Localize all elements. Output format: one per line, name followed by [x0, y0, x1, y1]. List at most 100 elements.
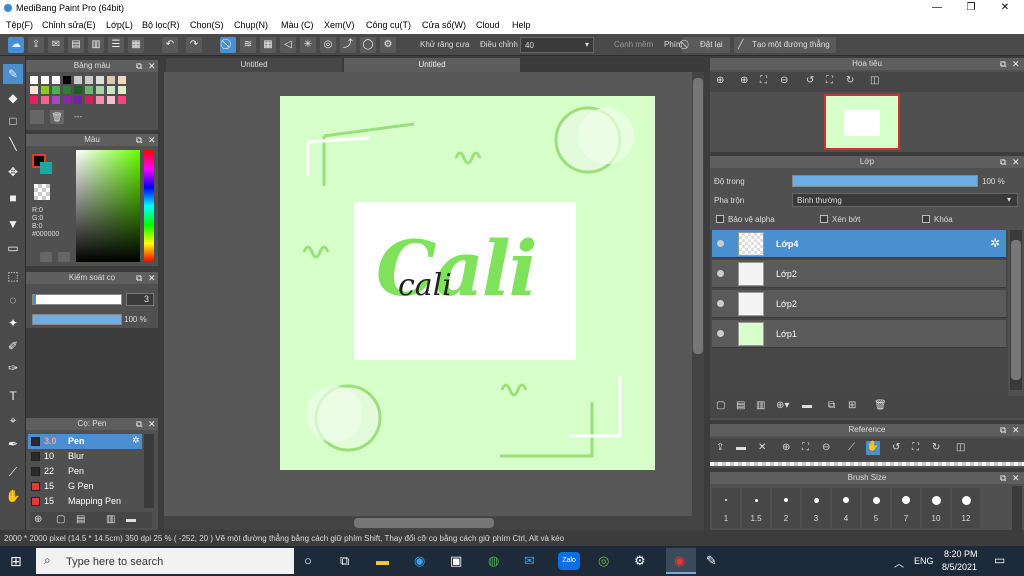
- palette-swatch[interactable]: [85, 86, 93, 94]
- eyedropper-icon[interactable]: ⟋: [848, 442, 855, 453]
- canvas-vertical-scrollbar[interactable]: [692, 72, 704, 516]
- tab-untitled-1[interactable]: Untitled: [166, 58, 342, 72]
- taskbar-search-box[interactable]: ⌕ Type here to search: [36, 548, 294, 574]
- palette-swatch[interactable]: [96, 76, 104, 84]
- text-tool-icon[interactable]: T: [3, 386, 23, 406]
- layer-row[interactable]: Lớp4 ✲: [712, 230, 1006, 258]
- brush-size-option[interactable]: 12: [952, 488, 980, 528]
- flip-icon[interactable]: ◫: [870, 75, 879, 86]
- palette-swatch[interactable]: [63, 96, 71, 104]
- palette-swatch[interactable]: [30, 76, 38, 84]
- bucket-tool-icon[interactable]: ▼: [3, 214, 23, 234]
- undo-icon[interactable]: ↶: [162, 37, 178, 53]
- layer-row[interactable]: Lớp1: [712, 320, 1006, 348]
- layer-scrollbar[interactable]: [1010, 230, 1022, 390]
- palette-swatch[interactable]: [96, 96, 104, 104]
- hue-slider[interactable]: [144, 150, 154, 262]
- add-swatch-icon[interactable]: [30, 110, 44, 124]
- palette-swatch[interactable]: [52, 96, 60, 104]
- hand-icon[interactable]: ✋: [866, 441, 880, 455]
- layer-row[interactable]: Lớp2: [712, 290, 1006, 318]
- comment-icon[interactable]: ✉: [48, 37, 64, 53]
- duplicate-layer-icon[interactable]: ⧉: [828, 400, 835, 411]
- merge-layer-icon[interactable]: ⊞: [848, 400, 856, 411]
- brush-size-option[interactable]: 5: [862, 488, 890, 528]
- file-explorer-icon[interactable]: ▬: [376, 553, 389, 568]
- brush-item[interactable]: 15 G Pen: [28, 479, 142, 494]
- zalo-icon[interactable]: Zalo: [558, 552, 580, 570]
- expand-icon[interactable]: ⧉: [136, 272, 142, 284]
- menu-filter[interactable]: Bộ lọc(R): [142, 20, 180, 30]
- palette-swatch[interactable]: [63, 76, 71, 84]
- menu-capture[interactable]: Chụp(N): [234, 20, 268, 30]
- brush-size-value[interactable]: 3: [126, 293, 154, 306]
- close-icon[interactable]: ✕: [758, 442, 766, 453]
- new-layer-icon[interactable]: ▢: [716, 400, 725, 411]
- trash-icon[interactable]: 🗑: [50, 110, 64, 124]
- parallel-snap-icon[interactable]: ≋: [240, 37, 256, 53]
- zoom-in-icon[interactable]: ⊕: [782, 442, 790, 453]
- eye-icon[interactable]: [717, 330, 724, 337]
- snap-off-icon[interactable]: ⃠: [220, 37, 236, 53]
- fit-window-icon[interactable]: ⛶: [912, 442, 919, 453]
- menu-tools[interactable]: Công cụ(T): [366, 20, 411, 30]
- zoom-in-icon[interactable]: ⊕: [740, 75, 748, 86]
- brush-item[interactable]: 22 Pen: [28, 464, 142, 479]
- move-tool-icon[interactable]: ✥: [3, 162, 23, 182]
- palette-icon[interactable]: [58, 252, 70, 262]
- brush-size-option[interactable]: 10: [922, 488, 950, 528]
- minimize-button[interactable]: —: [920, 0, 954, 16]
- windows-start-icon[interactable]: ⊞: [10, 553, 22, 570]
- settings-icon[interactable]: ⚙: [634, 553, 646, 569]
- expand-icon[interactable]: ⧉: [1000, 424, 1006, 436]
- radial-snap-icon[interactable]: ✳: [300, 37, 316, 53]
- divide-tool-icon[interactable]: ✒: [3, 434, 23, 454]
- palette-swatch[interactable]: [63, 86, 71, 94]
- adjust-select[interactable]: 40 ▾: [520, 37, 594, 53]
- palette-swatch[interactable]: [74, 76, 82, 84]
- mail-icon[interactable]: ✉: [524, 553, 535, 569]
- vertical-scroll-thumb[interactable]: [693, 78, 703, 354]
- operation-tool-icon[interactable]: ⌖: [3, 410, 23, 430]
- eye-icon[interactable]: [717, 300, 724, 307]
- menu-select[interactable]: Chọn(S): [190, 20, 224, 30]
- menu-color[interactable]: Màu (C): [281, 20, 314, 30]
- upload-icon[interactable]: ⇪: [716, 442, 724, 453]
- language-indicator[interactable]: ENG: [914, 556, 934, 566]
- notification-icon[interactable]: ▭: [994, 553, 1005, 567]
- flip-icon[interactable]: ◫: [956, 442, 965, 453]
- cloud-icon[interactable]: ☁: [8, 37, 24, 53]
- folder-icon[interactable]: ▬: [126, 514, 136, 525]
- close-icon[interactable]: ✕: [148, 418, 156, 430]
- layer-scroll-thumb[interactable]: [1011, 240, 1021, 380]
- expand-icon[interactable]: ⧉: [1000, 58, 1006, 70]
- canvas-page[interactable]: Cali cali: [280, 96, 655, 470]
- select-pen-icon[interactable]: ✐: [3, 336, 23, 356]
- line-tool-icon[interactable]: ╲: [3, 134, 23, 154]
- rotate-right-icon[interactable]: ↻: [932, 442, 940, 453]
- gear-icon[interactable]: ✲: [990, 236, 1000, 250]
- maximize-button[interactable]: ❐: [954, 0, 988, 16]
- curve-snap-icon[interactable]: ⤴: [340, 37, 356, 53]
- horizontal-scroll-thumb[interactable]: [354, 518, 494, 528]
- fit-icon[interactable]: ⛶: [802, 442, 809, 453]
- circle-snap-icon[interactable]: ◎: [320, 37, 336, 53]
- new-8bit-layer-icon[interactable]: ▤: [736, 400, 745, 411]
- palette-swatch[interactable]: [107, 86, 115, 94]
- palette-swatch[interactable]: [30, 86, 38, 94]
- gear-icon[interactable]: ✲: [132, 435, 140, 446]
- document-icon[interactable]: ▥: [106, 514, 115, 525]
- palette-swatch[interactable]: [52, 86, 60, 94]
- brush-item[interactable]: 3.0 Pen ✲: [28, 434, 142, 449]
- paint-icon[interactable]: ✎: [706, 553, 717, 569]
- close-icon[interactable]: ✕: [1012, 58, 1020, 70]
- expand-icon[interactable]: ⧉: [136, 60, 142, 72]
- palette-swatch[interactable]: [85, 96, 93, 104]
- menu-view[interactable]: Xem(V): [324, 20, 355, 30]
- palette-swatch[interactable]: [118, 76, 126, 84]
- ellipse-snap-icon[interactable]: ◯: [360, 37, 376, 53]
- palette-swatch[interactable]: [107, 76, 115, 84]
- store-icon[interactable]: ▣: [450, 553, 462, 569]
- palette-swatch[interactable]: [52, 76, 60, 84]
- close-icon[interactable]: ✕: [1012, 424, 1020, 436]
